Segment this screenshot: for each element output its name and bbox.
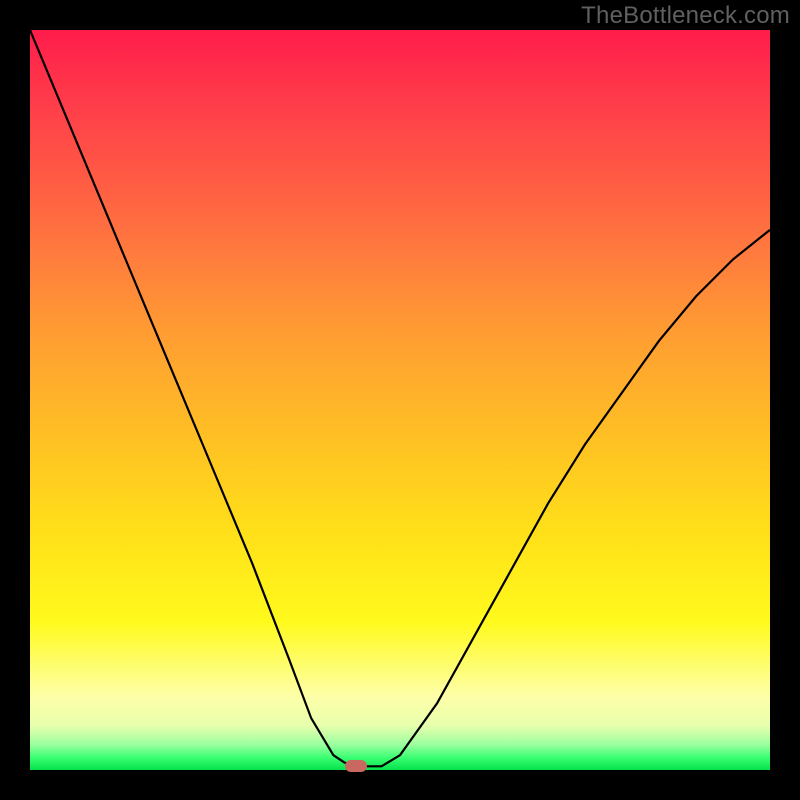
- chart-frame: TheBottleneck.com: [0, 0, 800, 800]
- bottleneck-curve: [30, 30, 770, 766]
- optimal-point-marker: [345, 760, 367, 772]
- plot-area: [30, 30, 770, 770]
- watermark-text: TheBottleneck.com: [581, 2, 790, 30]
- curve-svg: [30, 30, 770, 770]
